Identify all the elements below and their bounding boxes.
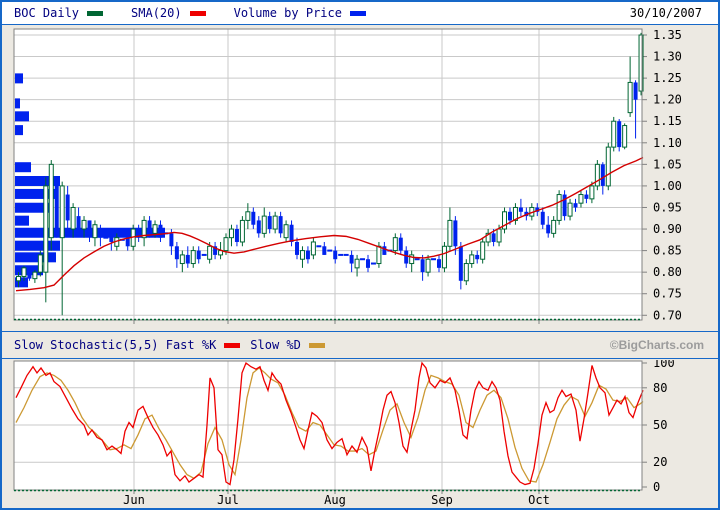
series-label: BOC Daily [14,6,79,20]
legend-item-slow-d: Slow %D [250,338,325,352]
svg-text:0.80: 0.80 [653,265,682,279]
svg-text:100: 100 [653,360,675,370]
slow-d-swatch-icon [309,343,325,348]
svg-text:20: 20 [653,455,667,469]
svg-text:Jul: Jul [217,493,239,507]
legend-item-sma: SMA(20) [131,6,206,20]
divider-mid-bottom [2,358,718,359]
svg-text:0.70: 0.70 [653,308,682,322]
svg-text:1.00: 1.00 [653,179,682,193]
svg-text:1.05: 1.05 [653,157,682,171]
svg-text:Sep: Sep [431,493,453,507]
svg-text:1.15: 1.15 [653,114,682,128]
divider-top [2,24,718,25]
svg-text:80: 80 [653,381,667,395]
main-legend: BOC Daily SMA(20) Volume by Price 30/10/… [2,2,718,24]
slow-d-label: Slow %D [250,338,301,352]
svg-text:1.25: 1.25 [653,71,682,85]
fast-k-swatch-icon [224,343,240,348]
vbp-swatch-icon [350,11,366,16]
svg-text:Jun: Jun [123,493,145,507]
stochastic-chart: 100 80 50 20 0 Jun Jul Aug Sep Oct [13,360,713,508]
legend-item-fast-k: Slow Stochastic(5,5) Fast %K [14,338,240,352]
svg-text:0.95: 0.95 [653,200,682,214]
chart-date: 30/10/2007 [630,6,702,20]
svg-text:1.35: 1.35 [653,28,682,42]
vbp-label: Volume by Price [234,6,342,20]
svg-text:1.10: 1.10 [653,136,682,150]
svg-text:Aug: Aug [324,493,346,507]
price-chart: 1.35 1.30 1.25 1.20 1.15 1.10 1.05 1.00 0.95 0.90… [13,28,713,324]
bigcharts-copyright: ©BigCharts.com [610,338,704,352]
svg-text:0.85: 0.85 [653,244,682,258]
sma-swatch-icon [190,11,206,16]
svg-text:1.30: 1.30 [653,50,682,64]
legend-item-series: BOC Daily [14,6,103,20]
svg-text:0: 0 [653,480,660,494]
stochastic-label: Slow Stochastic(5,5) Fast %K [14,338,216,352]
sma-label: SMA(20) [131,6,182,20]
chart-frame: BOC Daily SMA(20) Volume by Price 30/10/… [0,0,720,510]
svg-text:0.90: 0.90 [653,222,682,236]
series-swatch-icon [87,11,103,16]
svg-text:1.20: 1.20 [653,93,682,107]
stochastic-legend: Slow Stochastic(5,5) Fast %K Slow %D ©Bi… [2,332,718,358]
svg-text:0.75: 0.75 [653,287,682,301]
svg-text:Oct: Oct [528,493,550,507]
legend-item-vbp: Volume by Price [234,6,366,20]
svg-text:50: 50 [653,418,667,432]
